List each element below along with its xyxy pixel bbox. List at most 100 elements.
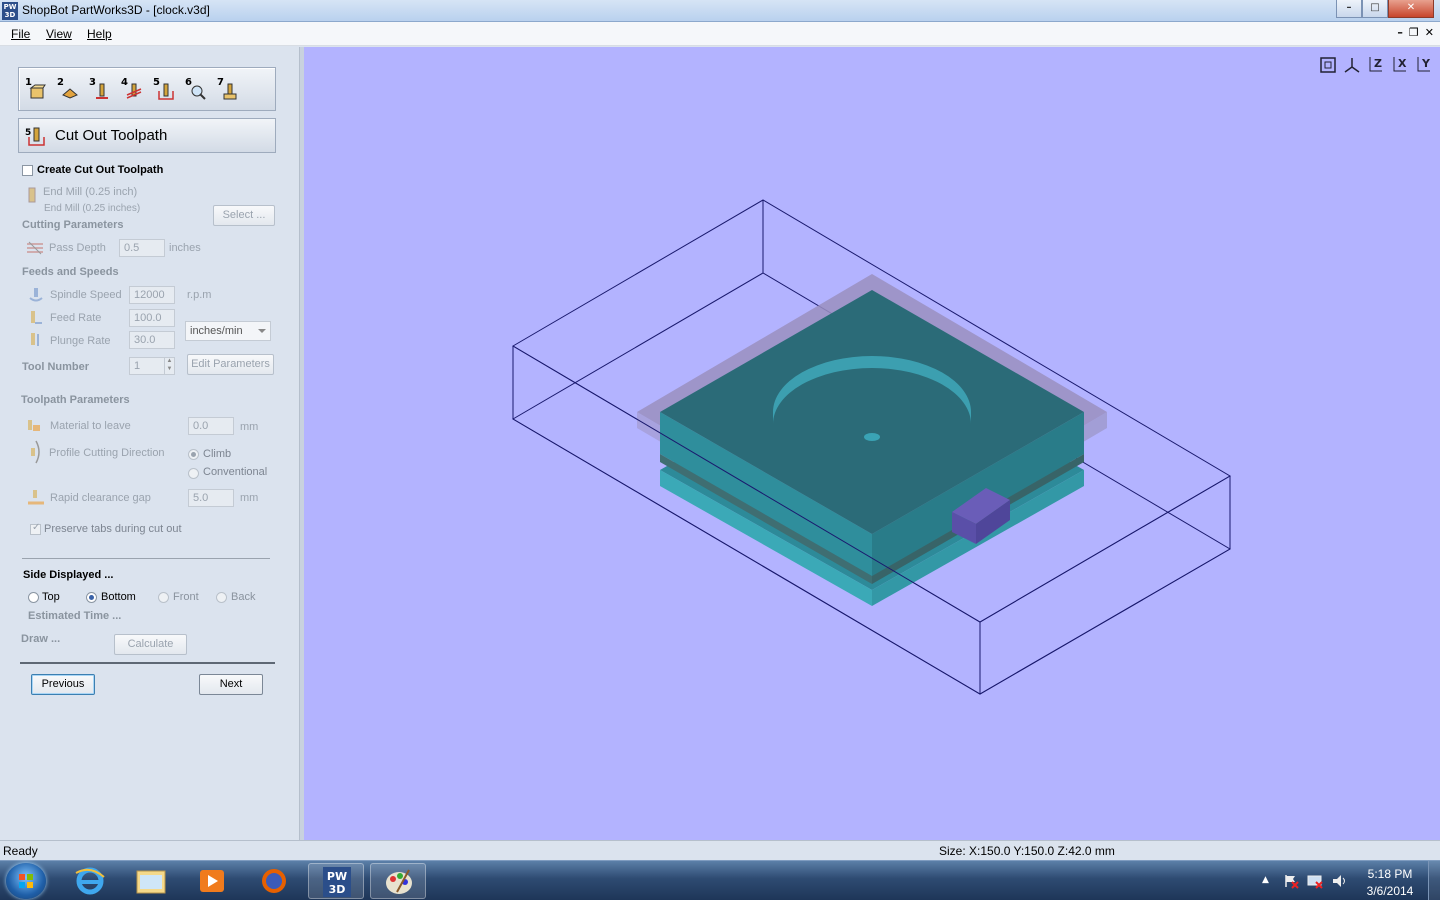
- mdi-restore-button[interactable]: ❐: [1409, 26, 1419, 39]
- select-tool-button[interactable]: Select ...: [213, 205, 275, 226]
- iso-view-icon: [1344, 58, 1360, 73]
- firefox-icon: [262, 869, 286, 893]
- conventional-radio[interactable]: [188, 468, 199, 479]
- x-view-button[interactable]: X: [1390, 55, 1410, 75]
- step-2-button[interactable]: 2: [57, 77, 81, 103]
- calculate-button[interactable]: Calculate: [114, 634, 187, 655]
- close-button[interactable]: ✕: [1388, 0, 1434, 18]
- create-cutout-label: Create Cut Out Toolpath: [37, 164, 164, 176]
- status-bar: Ready Size: X:150.0 Y:150.0 Z:42.0 mm: [0, 840, 1440, 860]
- show-desktop-button[interactable]: [1428, 861, 1440, 900]
- create-cutout-checkbox[interactable]: [22, 165, 33, 176]
- material-to-leave-icon: [28, 420, 40, 431]
- maximize-button[interactable]: □: [1362, 0, 1388, 18]
- action-center-icon[interactable]: [1283, 873, 1299, 889]
- preserve-tabs-label: Preserve tabs during cut out: [44, 523, 182, 535]
- side-back-radio[interactable]: [216, 592, 227, 603]
- side-top-radio[interactable]: [28, 592, 39, 603]
- step-1-button[interactable]: 1: [25, 77, 49, 103]
- show-hidden-icons-button[interactable]: ▲: [1262, 875, 1269, 885]
- app-icon: PW 3D: [2, 2, 18, 20]
- taskbar-ie[interactable]: [62, 863, 118, 899]
- mdi-minimize-button[interactable]: –: [1397, 26, 1403, 39]
- 3d-viewport[interactable]: Z X Y: [304, 47, 1440, 840]
- feed-rate-input[interactable]: 100.0: [129, 309, 175, 327]
- tool-number-value: 1: [134, 360, 141, 372]
- step-6-button[interactable]: 6: [185, 77, 209, 103]
- paint-icon: [386, 869, 412, 894]
- menu-help[interactable]: Help: [87, 27, 112, 41]
- pass-depth-icon: [27, 241, 43, 255]
- tool-description: End Mill (0.25 inches): [44, 203, 141, 214]
- start-button[interactable]: [6, 863, 46, 899]
- rate-unit-select[interactable]: inches/min: [185, 321, 271, 341]
- side-displayed-heading: Side Displayed ...: [23, 569, 114, 581]
- y-view-button[interactable]: Y: [1414, 55, 1434, 75]
- window-controls: – □ ✕: [1336, 0, 1434, 18]
- minimize-button[interactable]: –: [1336, 0, 1362, 18]
- side-front-radio[interactable]: [158, 592, 169, 603]
- plunge-rate-icon: [31, 333, 39, 346]
- z-axis-icon: Z: [1369, 57, 1382, 72]
- internet-explorer-icon: [75, 867, 105, 895]
- spindle-speed-unit: r.p.m: [187, 289, 212, 301]
- media-player-icon: [200, 870, 224, 892]
- taskbar-media-player[interactable]: [184, 863, 240, 899]
- header-step-number: 5: [25, 128, 31, 138]
- section-divider: [22, 558, 270, 559]
- edit-parameters-button[interactable]: Edit Parameters: [187, 354, 274, 375]
- taskbar-firefox[interactable]: [246, 863, 302, 899]
- menu-view[interactable]: View: [46, 27, 72, 41]
- menu-file[interactable]: File: [11, 27, 30, 41]
- step-7-button[interactable]: 7: [217, 77, 241, 103]
- svg-text:3D: 3D: [329, 883, 346, 896]
- network-icon[interactable]: [1307, 873, 1323, 889]
- taskbar-partworks3d[interactable]: PW 3D: [308, 863, 364, 899]
- next-button[interactable]: Next: [199, 674, 263, 695]
- step-4-button[interactable]: 4: [121, 77, 145, 103]
- status-text: Ready: [3, 844, 38, 858]
- feed-rate-icon: [31, 311, 42, 324]
- x-axis-icon: X: [1393, 57, 1407, 72]
- step-5-button[interactable]: 5: [153, 77, 177, 103]
- windows-logo-icon: [19, 874, 33, 888]
- system-clock[interactable]: 5:18 PM 3/6/2014: [1364, 866, 1416, 900]
- plunge-rate-input[interactable]: 30.0: [129, 331, 175, 349]
- volume-icon[interactable]: [1331, 873, 1349, 889]
- spinner-arrows-icon[interactable]: ▲ ▼: [164, 357, 174, 375]
- tool-number-input[interactable]: 1 ▲ ▼: [129, 357, 175, 375]
- pass-depth-label: Pass Depth: [49, 242, 106, 254]
- y-axis-icon: Y: [1417, 57, 1431, 72]
- iso-view-button[interactable]: [1342, 55, 1362, 75]
- climb-label: Climb: [203, 448, 232, 460]
- orientation-icon: [62, 88, 78, 99]
- previous-button[interactable]: Previous: [31, 674, 95, 695]
- material-to-leave-input[interactable]: 0.0: [188, 417, 234, 435]
- z-view-button[interactable]: Z: [1366, 55, 1386, 75]
- mdi-controls: – ❐ ✕: [1397, 26, 1434, 39]
- preview-icon: [191, 85, 206, 100]
- cutout-toolpath-icon: 5: [25, 127, 45, 146]
- preserve-tabs-checkbox[interactable]: [30, 522, 41, 535]
- 3d-scene: [512, 199, 1231, 695]
- fit-view-button[interactable]: [1318, 55, 1338, 75]
- mdi-close-button[interactable]: ✕: [1425, 26, 1434, 39]
- feeds-speeds-heading: Feeds and Speeds: [22, 266, 119, 278]
- side-top-label: Top: [42, 591, 60, 603]
- taskbar-explorer[interactable]: [123, 863, 179, 899]
- window-title: ShopBot PartWorks3D - [clock.v3d]: [22, 3, 210, 17]
- climb-radio[interactable]: [188, 449, 199, 460]
- roughing-icon: [96, 83, 108, 99]
- taskbar-paint[interactable]: [370, 863, 426, 899]
- svg-text:X: X: [1398, 57, 1407, 70]
- step-3-button[interactable]: 3: [89, 77, 113, 103]
- finishing-icon: [126, 83, 142, 99]
- title-bar: PW 3D ShopBot PartWorks3D - [clock.v3d] …: [0, 0, 1440, 22]
- spindle-speed-label: Spindle Speed: [50, 289, 122, 301]
- pass-depth-input[interactable]: 0.5: [119, 239, 165, 257]
- cutting-direction-label: Profile Cutting Direction: [49, 447, 165, 459]
- rapid-clearance-input[interactable]: 5.0: [188, 489, 234, 507]
- spindle-speed-input[interactable]: 12000: [129, 286, 175, 304]
- side-front-label: Front: [173, 591, 199, 603]
- side-bottom-radio[interactable]: [86, 592, 97, 603]
